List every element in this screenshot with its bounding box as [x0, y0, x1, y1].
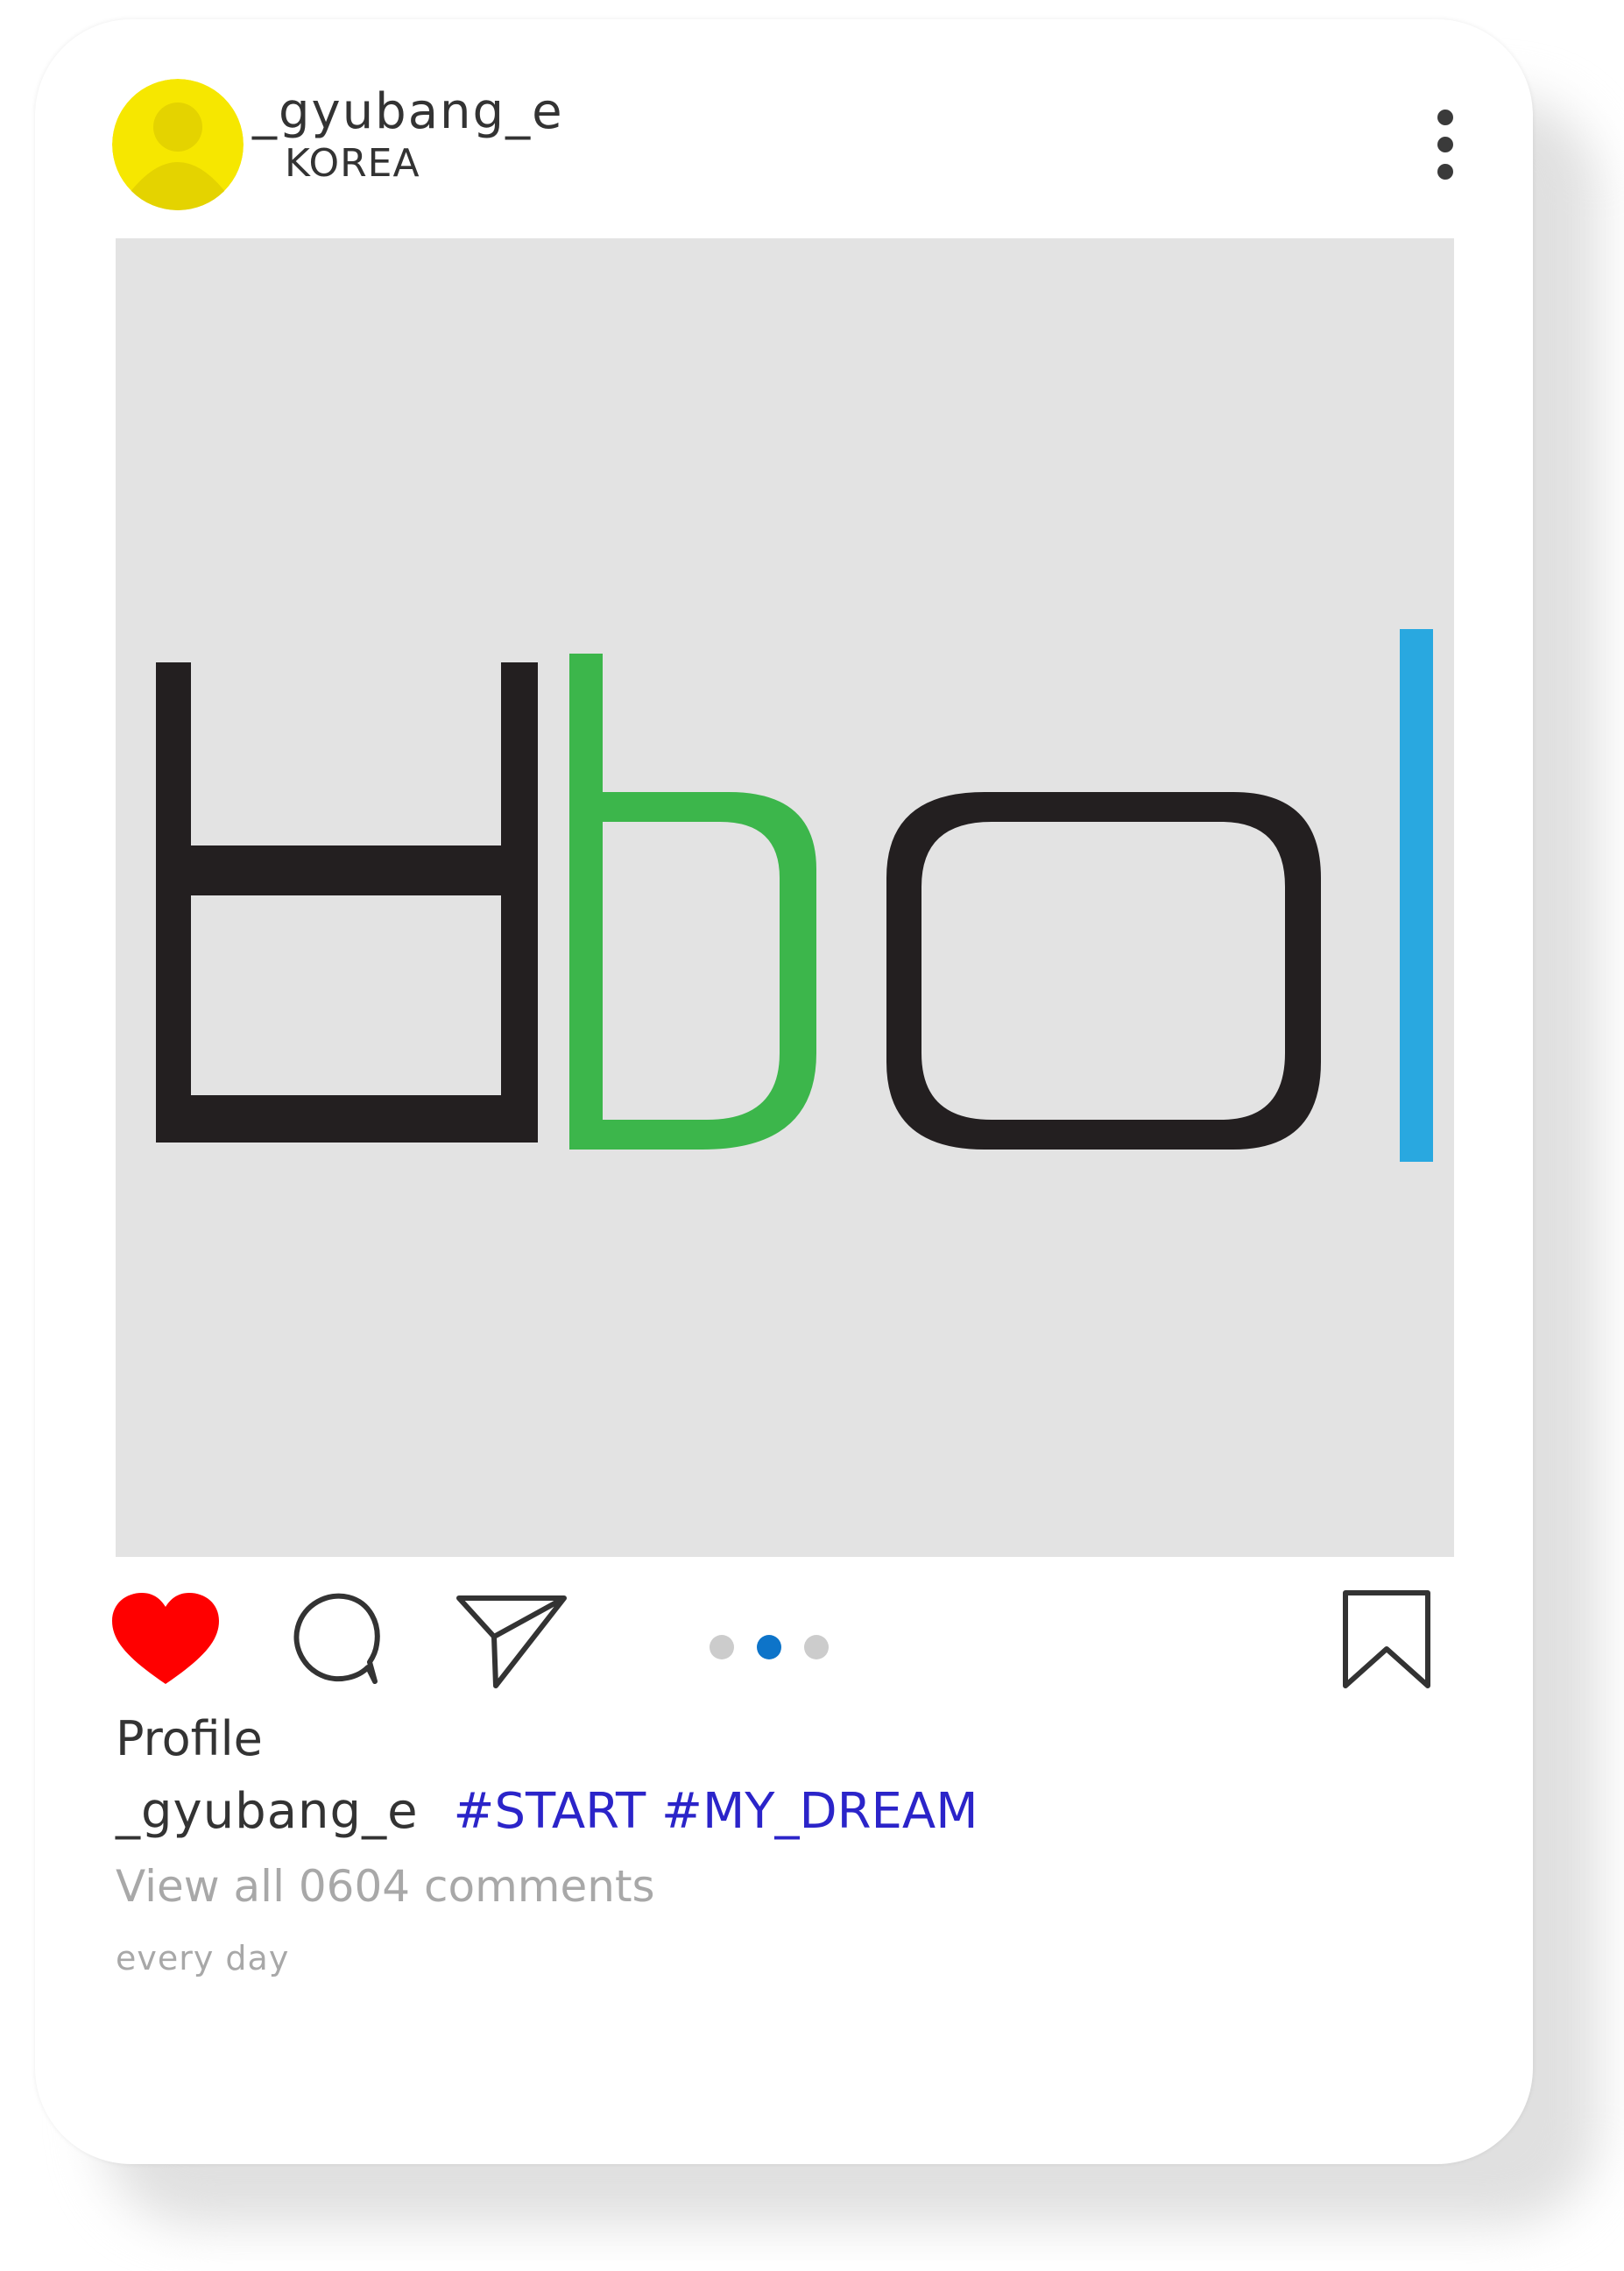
post-timestamp: every day: [116, 1939, 290, 1977]
view-comments-link[interactable]: View all 0604 comments: [116, 1864, 655, 1908]
avatar[interactable]: [112, 79, 244, 210]
paper-plane-icon: [456, 1595, 567, 1688]
letter-logo-image: [156, 629, 1433, 1162]
carousel-dot[interactable]: [710, 1635, 734, 1659]
post-image[interactable]: [116, 238, 1454, 1557]
carousel-indicator: [710, 1635, 829, 1659]
post-username[interactable]: _gyubang_e: [252, 88, 564, 137]
carousel-dot-active[interactable]: [757, 1635, 781, 1659]
carousel-dot[interactable]: [804, 1635, 829, 1659]
comment-bubble-icon: [293, 1593, 380, 1684]
heart-icon: [112, 1593, 219, 1684]
like-button[interactable]: [112, 1593, 219, 1689]
bookmark-icon: [1343, 1590, 1430, 1688]
comment-button[interactable]: [289, 1590, 384, 1685]
post-screen: _gyubang_e KOREA Profile _gyubang_e #STA…: [0, 0, 1624, 2271]
save-button[interactable]: [1340, 1588, 1433, 1693]
post-location[interactable]: KOREA: [285, 145, 420, 183]
more-vertical-icon: [1437, 110, 1453, 180]
caption: _gyubang_e #START #MY_DREAM: [116, 1787, 978, 1836]
caption-hashtags[interactable]: #START #MY_DREAM: [454, 1783, 978, 1840]
share-button[interactable]: [455, 1593, 568, 1691]
more-options-button[interactable]: [1419, 105, 1472, 184]
likes-label[interactable]: Profile: [116, 1716, 263, 1763]
user-avatar-icon: [112, 79, 244, 210]
caption-username[interactable]: _gyubang_e: [116, 1783, 419, 1840]
